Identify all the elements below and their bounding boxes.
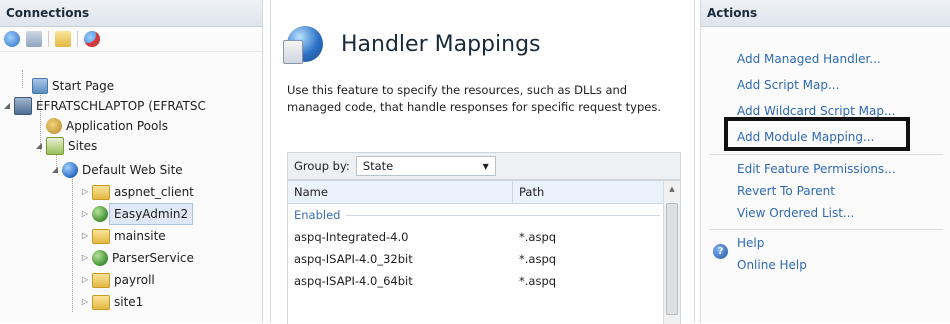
application-pools-icon [46,118,62,134]
group-by-bar: Group by: State ▼ [287,152,681,180]
cell-name: aspq-ISAPI-4.0_64bit [294,274,413,288]
tree-label: site1 [114,295,144,309]
toolbar-separator [77,31,78,47]
group-by-value: State [362,159,394,173]
grid-header: Name Path [288,181,680,204]
tree-label: Application Pools [66,119,168,133]
actions-panel: Actions Add Managed Handler... Add Scrip… [700,0,950,323]
tree-item-aspnet-client[interactable]: ▷ aspnet_client [80,182,194,202]
expand-arrow-icon[interactable]: ▷ [80,182,90,202]
feature-description: Use this feature to specify the resource… [287,83,661,114]
expand-arrow-icon[interactable]: ▷ [80,248,90,268]
application-icon [92,250,108,266]
save-icon[interactable] [26,31,42,47]
folder-icon [92,228,110,244]
start-page-icon [32,78,48,94]
action-separator [709,154,943,155]
action-add-managed-handler[interactable]: Add Managed Handler... [737,52,881,66]
tree-item-sites[interactable]: ◢ Sites [34,136,97,156]
group-by-select[interactable]: State ▼ [355,156,496,176]
folder-icon [92,272,110,288]
scroll-thumb[interactable] [666,203,678,315]
tree-item-site1[interactable]: ▷ site1 [80,292,143,312]
folder-icon [92,294,110,310]
tree-label: EFRATSCHLAPTOP (EFRATSC [36,99,206,113]
tree-item-default-web-site[interactable]: ◢ Default Web Site [50,160,183,180]
column-header-path[interactable]: Path [513,181,663,203]
tree-label: mainsite [114,229,166,243]
tree-label: ParserService [112,251,194,265]
group-by-label: Group by: [294,159,350,173]
tree-label: Sites [68,139,98,153]
action-online-help[interactable]: Online Help [737,258,807,272]
feature-title: Handler Mappings [283,26,541,64]
tree-item-parserservice[interactable]: ▷ ParserService [80,248,194,268]
tree-item-payroll[interactable]: ▷ payroll [80,270,155,290]
server-icon [14,97,32,115]
connections-tree: Start Page ◢ EFRATSCHLAPTOP (EFRATSC App… [0,52,262,323]
connections-toolbar [0,27,262,52]
folder-icon [92,184,110,200]
tree-item-mainsite[interactable]: ▷ mainsite [80,226,166,246]
cell-path: *.aspq [519,274,557,288]
tree-label: payroll [114,273,155,287]
collapse-arrow-icon[interactable]: ◢ [34,136,44,156]
group-label: Enabled [294,208,341,222]
page-title: Handler Mappings [341,31,541,57]
connect-icon[interactable] [4,31,20,47]
scroll-up-icon[interactable]: ▲ [664,185,680,193]
group-header-enabled[interactable]: Enabled [288,204,680,226]
cell-path: *.aspq [519,230,557,244]
connections-panel: Connections Start Page ◢ EFRATSCHLAPTOP … [0,0,263,323]
action-separator [709,229,943,230]
help-icon: ? [713,244,728,259]
tree-label-selected: EasyAdmin2 [109,203,194,225]
action-edit-feature-permissions[interactable]: Edit Feature Permissions... [737,162,896,176]
up-folder-icon[interactable] [55,31,71,47]
action-revert-to-parent[interactable]: Revert To Parent [737,184,835,198]
group-divider [346,214,660,216]
actions-header: Actions [701,0,950,27]
handler-mappings-icon [283,26,323,64]
collapse-arrow-icon[interactable]: ◢ [2,96,12,116]
sites-icon [46,137,64,155]
disconnect-icon[interactable] [84,31,100,47]
cell-name: aspq-Integrated-4.0 [294,230,409,244]
expand-arrow-icon[interactable]: ▷ [80,270,90,290]
action-view-ordered-list[interactable]: View Ordered List... [737,206,854,220]
connections-header: Connections [0,0,262,27]
tree-item-application-pools[interactable]: Application Pools [44,116,168,136]
table-row[interactable]: aspq-ISAPI-4.0_64bit *.aspq [288,270,680,292]
action-add-wildcard-script-map[interactable]: Add Wildcard Script Map... [737,104,895,118]
web-site-icon [62,162,78,178]
tree-item-server[interactable]: ◢ EFRATSCHLAPTOP (EFRATSC [2,96,206,116]
collapse-arrow-icon[interactable]: ◢ [50,160,60,180]
tree-label: Start Page [52,79,115,93]
table-row[interactable]: aspq-Integrated-4.0 *.aspq [288,226,680,248]
expand-arrow-icon[interactable]: ▷ [80,292,90,312]
expand-arrow-icon[interactable]: ▷ [80,204,90,224]
highlight-box [724,117,910,151]
action-add-script-map[interactable]: Add Script Map... [737,78,839,92]
dropdown-arrow-icon: ▼ [482,161,489,171]
tree-item-start-page[interactable]: Start Page [30,76,114,96]
tree-label: aspnet_client [114,185,194,199]
expand-arrow-icon[interactable]: ▷ [80,226,90,246]
cell-name: aspq-ISAPI-4.0_32bit [294,252,413,266]
handler-mappings-grid: Name Path Enabled aspq-Integrated-4.0 *.… [287,180,681,324]
feature-panel: Handler Mappings Use this feature to spe… [270,0,695,324]
table-row[interactable]: aspq-ISAPI-4.0_32bit *.aspq [288,248,680,270]
column-header-name[interactable]: Name [288,181,513,203]
cell-path: *.aspq [519,252,557,266]
grid-scrollbar[interactable]: ▲ [663,181,680,324]
action-help[interactable]: Help [737,236,764,250]
tree-label: Default Web Site [82,163,183,177]
application-icon [92,206,108,222]
toolbar-separator [48,31,49,47]
tree-item-easyadmin2[interactable]: ▷ EasyAdmin2 [80,203,194,225]
